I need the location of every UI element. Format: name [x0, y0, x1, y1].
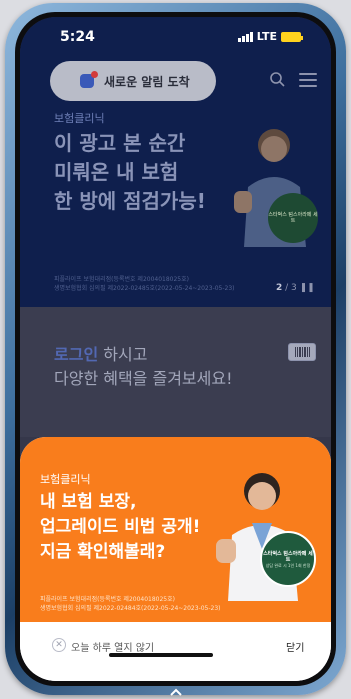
hero-pager[interactable]: 2 / 3 ❚❚: [276, 283, 315, 293]
hero-title-line: 미뤄온 내 보험: [54, 160, 179, 184]
barcode-icon[interactable]: [288, 343, 316, 361]
hamburger-menu-icon[interactable]: [299, 73, 317, 87]
promo-title-line: 내 보험 보장,: [40, 492, 137, 512]
promo-legal-text: 피플라이프 보험대리점(등록번호 제2004018025호) 생명보험협회 심의…: [40, 596, 221, 612]
pause-icon[interactable]: ❚❚: [300, 283, 315, 293]
network-label: LTE: [256, 30, 277, 43]
promo-title-line: 지금 확인해볼래?: [40, 542, 166, 562]
status-bar: 5:24 LTE: [20, 27, 331, 47]
login-subtitle: 다양한 혜택을 즐겨보세요!: [54, 369, 233, 388]
promo-banner[interactable]: 보험클리닉 내 보험 보장, 업그레이드 비법 공개! 지금 확인해볼래? 스타…: [20, 437, 331, 622]
pager-total: / 3: [285, 283, 297, 293]
home-indicator[interactable]: [109, 653, 213, 657]
sheet-footer: ✕ 오늘 하루 열지 않기 닫기: [20, 622, 331, 681]
notification-icon: [78, 71, 98, 90]
hero-promo-badge: 스타벅스 텀스아라떼 세트: [268, 193, 318, 243]
login-prompt[interactable]: 로그인 하시고 다양한 혜택을 즐겨보세요!: [20, 307, 331, 437]
phone-frame: 5:24 LTE 새로운 알림 도착 보험클리닉 이 광고 본 순간 미뤄온 내…: [5, 3, 346, 695]
dont-show-checkbox-icon[interactable]: ✕: [52, 638, 66, 652]
promo-title: 내 보험 보장, 업그레이드 비법 공개! 지금 확인해볼래?: [40, 490, 200, 565]
hero-title: 이 광고 본 순간 미뤄온 내 보험 한 방에 점검가능!: [54, 129, 206, 216]
close-button[interactable]: 닫기: [286, 639, 304, 654]
notification-label: 새로운 알림 도착: [104, 74, 190, 89]
login-link[interactable]: 로그인: [54, 345, 98, 364]
new-notification-pill[interactable]: 새로운 알림 도착: [50, 61, 216, 101]
search-icon[interactable]: [269, 71, 285, 87]
promo-title-line: 업그레이드 비법 공개!: [40, 517, 201, 537]
promo-bottom-sheet: 보험클리닉 내 보험 보장, 업그레이드 비법 공개! 지금 확인해볼래? 스타…: [20, 437, 331, 681]
pager-current: 2: [276, 283, 283, 293]
screen: 5:24 LTE 새로운 알림 도착 보험클리닉 이 광고 본 순간 미뤄온 내…: [20, 17, 331, 681]
hero-banner[interactable]: 5:24 LTE 새로운 알림 도착 보험클리닉 이 광고 본 순간 미뤄온 내…: [20, 17, 331, 307]
promo-tag: 보험클리닉: [40, 473, 91, 486]
dont-show-today-button[interactable]: 오늘 하루 열지 않기: [71, 639, 154, 654]
signal-icon: [237, 31, 253, 42]
hero-tag: 보험클리닉: [54, 112, 105, 125]
promo-gift-badge: 스타벅스 텀스아라떼 세트 상담 완료 시 1인 1회 한정: [260, 531, 316, 587]
hero-legal-text: 피플라이프 보험대리점(등록번호 제2004018025호) 생명보험협회 심의…: [54, 276, 235, 292]
chevron-up-icon: [170, 688, 182, 696]
hero-title-line: 한 방에 점검가능!: [54, 189, 206, 213]
battery-icon: [281, 31, 303, 42]
hero-title-line: 이 광고 본 순간: [54, 131, 186, 155]
status-time: 5:24: [60, 29, 95, 45]
status-indicators: LTE: [237, 30, 303, 43]
login-title: 로그인 하시고 다양한 혜택을 즐겨보세요!: [54, 343, 233, 391]
phone-bezel: 5:24 LTE 새로운 알림 도착 보험클리닉 이 광고 본 순간 미뤄온 내…: [15, 12, 336, 686]
